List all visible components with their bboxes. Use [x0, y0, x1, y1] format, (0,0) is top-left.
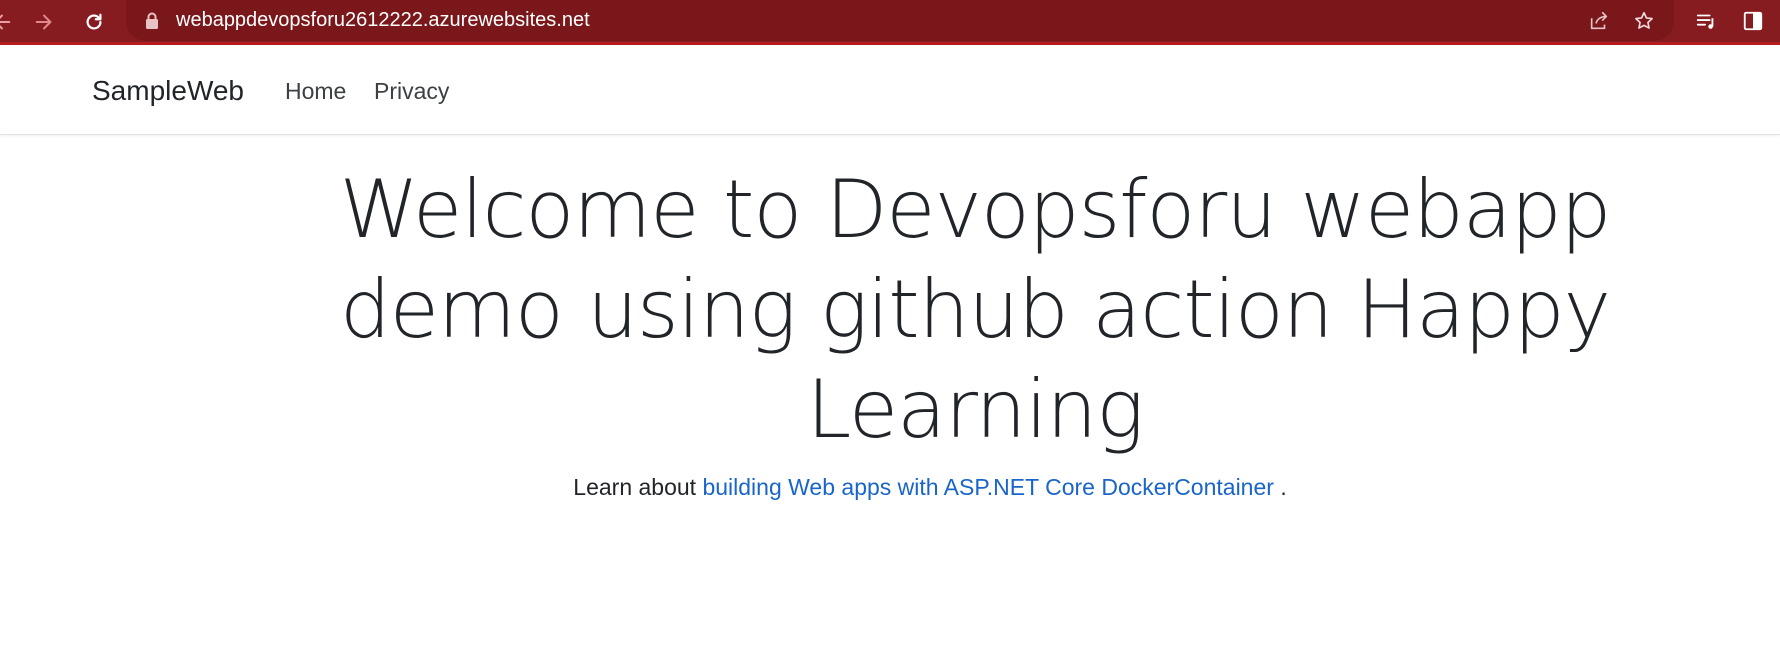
- share-button[interactable]: [1586, 8, 1612, 34]
- lock-icon[interactable]: [144, 12, 160, 30]
- docs-link[interactable]: building Web apps with ASP.NET Core Dock…: [702, 474, 1273, 500]
- reading-list-icon: [1696, 14, 1714, 29]
- brand-link[interactable]: SampleWeb: [92, 75, 244, 107]
- forward-icon: [35, 14, 52, 30]
- learn-paragraph: Learn about building Web apps with ASP.N…: [0, 474, 1780, 501]
- share-icon: [1590, 11, 1608, 30]
- side-panel-button[interactable]: [1740, 8, 1766, 34]
- url-text[interactable]: webappdevopsforu2612222.azurewebsites.ne…: [176, 9, 590, 32]
- reload-icon: [86, 13, 102, 30]
- address-bar[interactable]: webappdevopsforu2612222.azurewebsites.ne…: [126, 0, 1674, 41]
- back-button[interactable]: [0, 6, 18, 38]
- back-icon: [0, 14, 11, 30]
- main-content: Welcome to Devopsforu webapp demo using …: [0, 160, 1780, 524]
- site-navbar: SampleWeb Home Privacy: [0, 45, 1780, 135]
- bookmark-button[interactable]: [1631, 8, 1657, 34]
- learn-prefix: Learn about: [573, 474, 697, 500]
- reload-button[interactable]: [78, 6, 110, 38]
- page-title: Welcome to Devopsforu webapp demo using …: [339, 163, 1612, 456]
- reading-list-button[interactable]: [1693, 8, 1719, 34]
- side-panel-icon: [1743, 11, 1763, 31]
- forward-button[interactable]: [28, 6, 60, 38]
- nav-link-home[interactable]: Home: [285, 78, 346, 105]
- browser-toolbar: webappdevopsforu2612222.azurewebsites.ne…: [0, 0, 1780, 45]
- learn-suffix: .: [1280, 474, 1287, 500]
- nav-link-privacy[interactable]: Privacy: [374, 78, 449, 105]
- star-icon: [1635, 11, 1653, 29]
